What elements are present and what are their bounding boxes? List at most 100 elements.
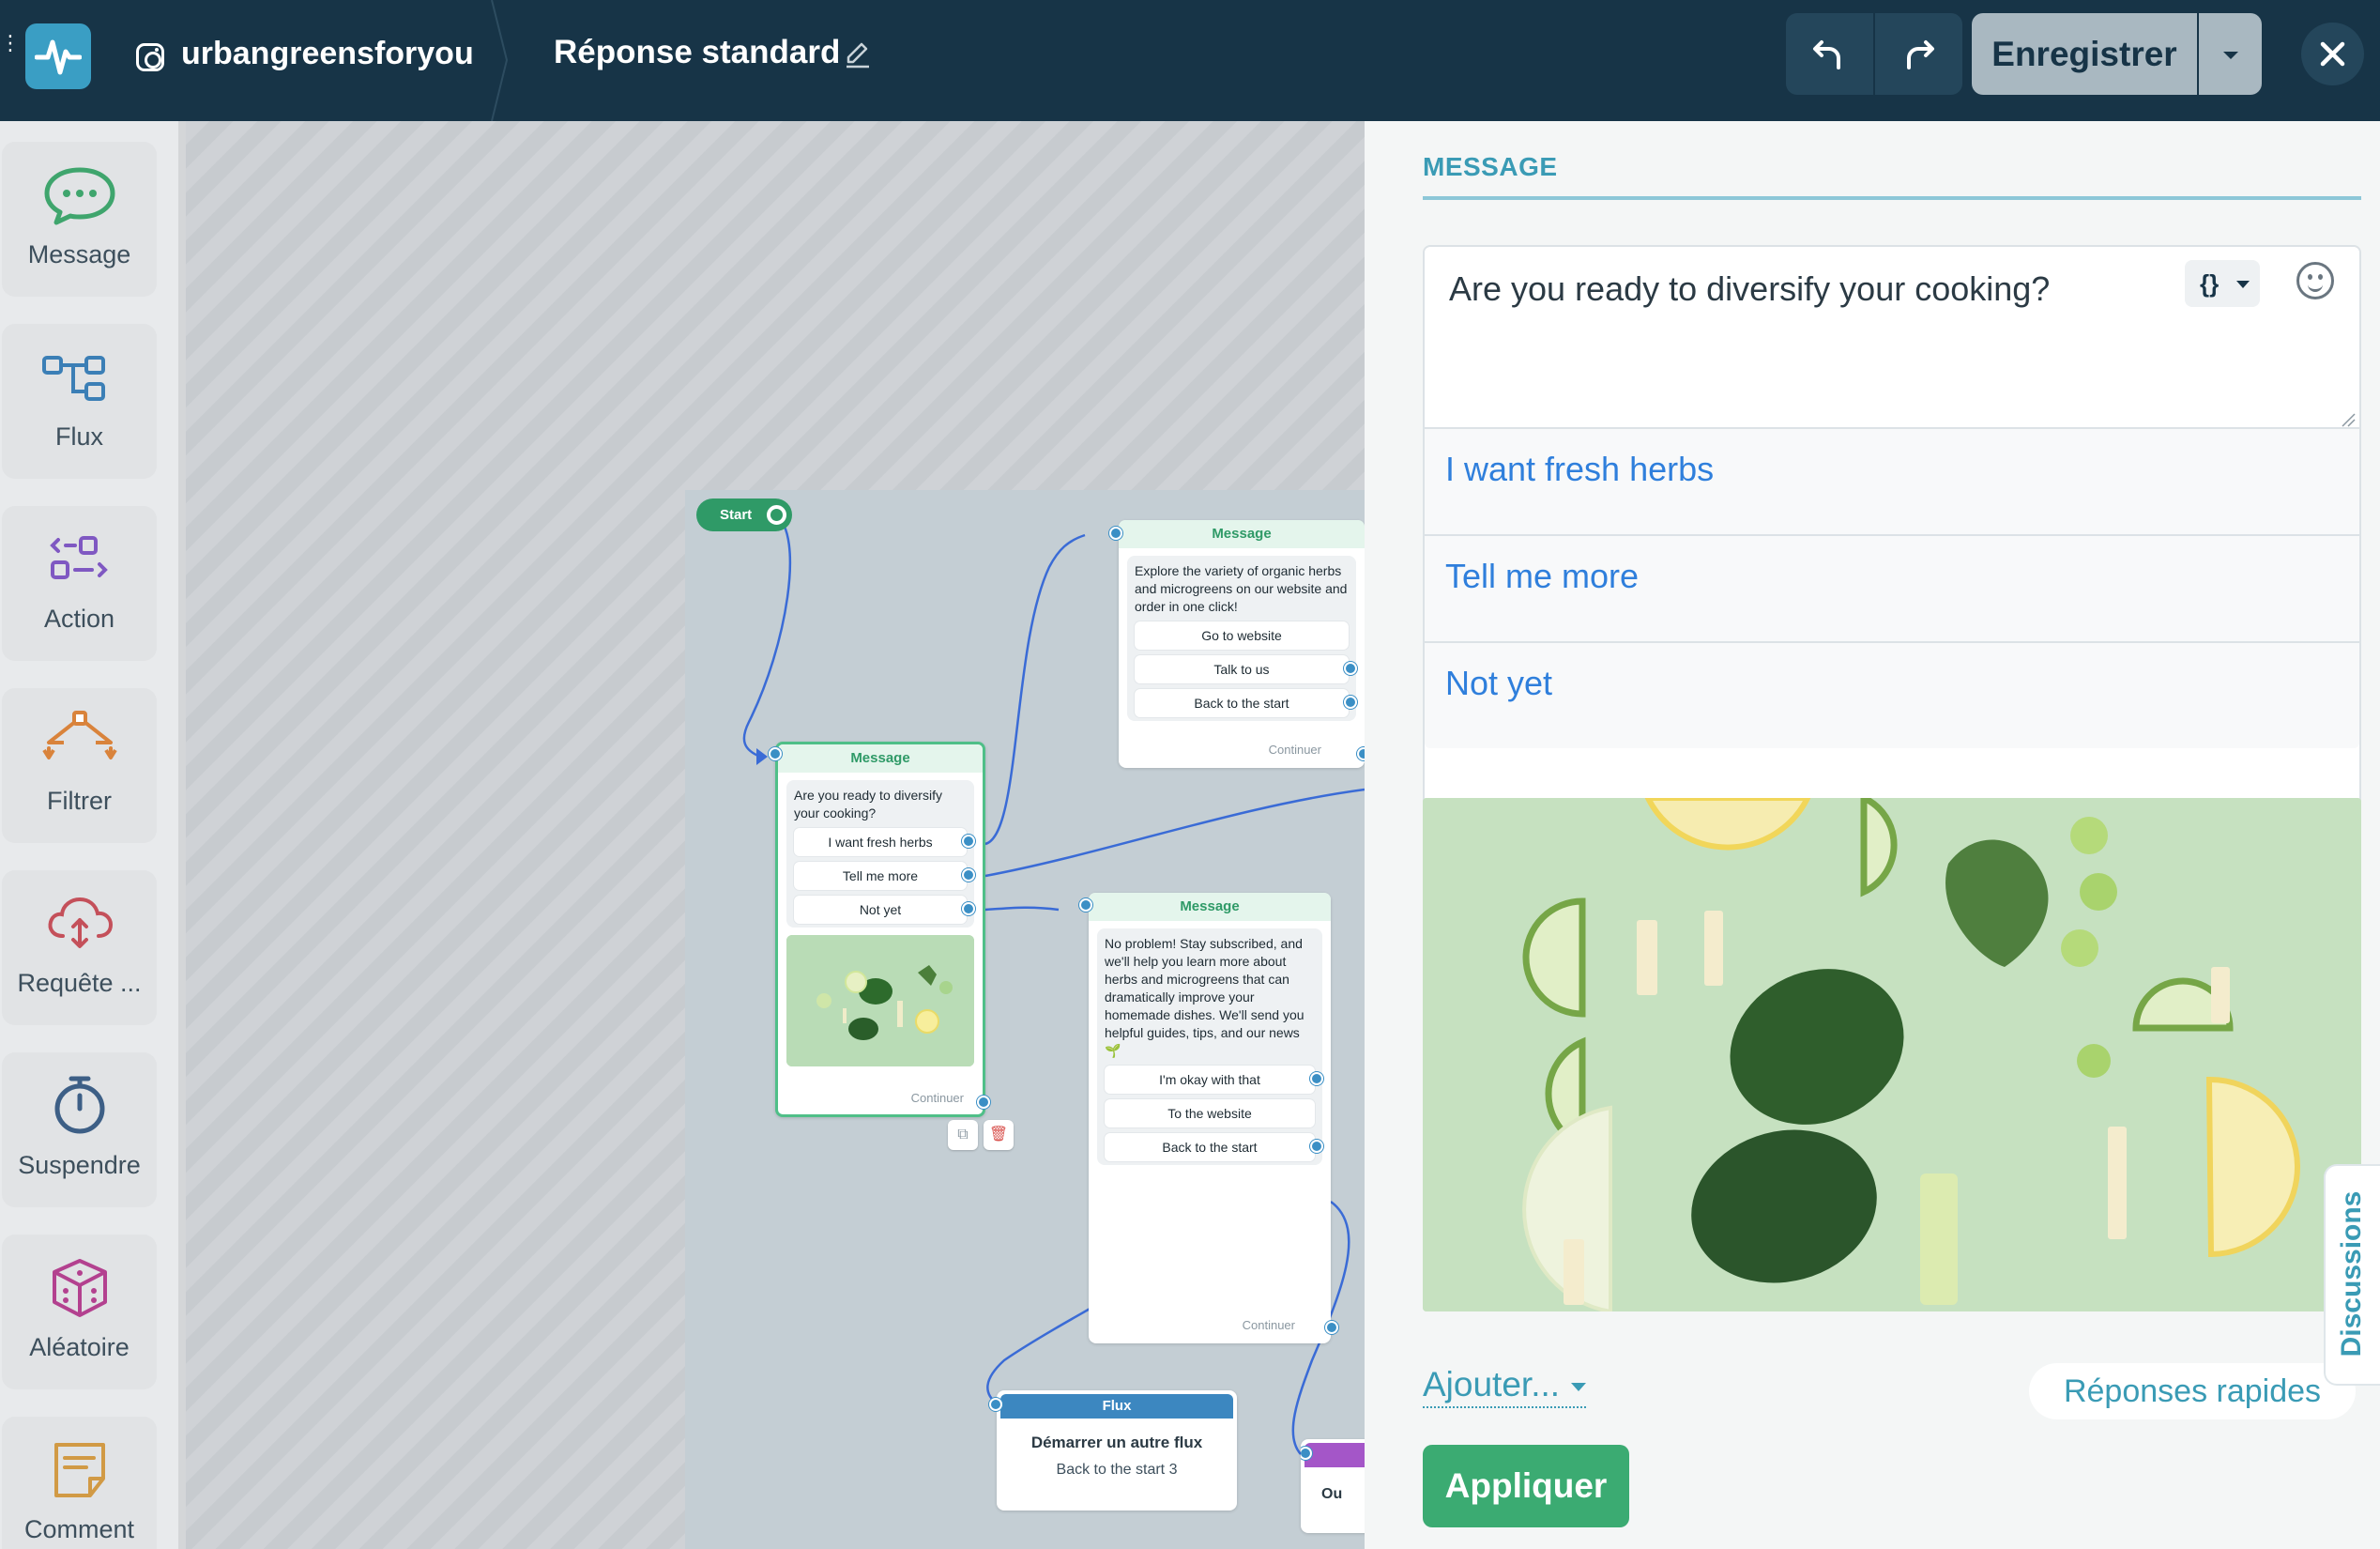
apply-button[interactable]: Appliquer [1423, 1445, 1629, 1527]
node-continue-label: Continuer [1268, 743, 1321, 757]
delete-node-button[interactable]: 🗑 [984, 1120, 1014, 1150]
node-message-text: No problem! Stay subscribed, and we'll h… [1097, 928, 1323, 1165]
action-icon [50, 536, 108, 579]
pencil-icon[interactable] [843, 39, 873, 69]
output-port[interactable] [1344, 696, 1357, 709]
reply-label: Back to the start [1162, 1140, 1258, 1155]
node-header: Message [1089, 893, 1331, 921]
start-node[interactable]: Start [696, 498, 792, 531]
insert-variable-button[interactable]: {} [2185, 260, 2260, 307]
palette-label: Suspendre [18, 1151, 141, 1179]
node-reply-button[interactable]: I want fresh herbs [794, 828, 975, 856]
flow-icon [42, 356, 105, 401]
message-textarea[interactable]: Are you ready to diversify your cooking? [1449, 269, 2050, 309]
app-logo[interactable] [25, 23, 91, 89]
message-node-main[interactable]: Message Are you ready to diversify your … [769, 742, 990, 1117]
node-reply-button[interactable]: Back to the start [1105, 1133, 1323, 1161]
copy-node-button[interactable]: ⧉ [948, 1120, 978, 1150]
continue-port[interactable] [977, 1096, 990, 1109]
output-port[interactable] [1344, 662, 1357, 675]
node-continue-label: Continuer [1242, 1318, 1295, 1332]
quick-reply-label: Not yet [1445, 664, 1553, 702]
reply-label: Tell me more [842, 868, 919, 883]
palette-item-flux[interactable]: Flux [2, 324, 157, 479]
node-reply-button[interactable]: Back to the start [1135, 689, 1357, 717]
node-reply-button[interactable]: Talk to us [1135, 655, 1357, 683]
output-port[interactable] [1310, 1140, 1323, 1153]
redo-button[interactable] [1875, 13, 1962, 95]
input-port[interactable] [1109, 527, 1122, 540]
node-reply-button[interactable]: I'm okay with that [1105, 1066, 1323, 1094]
close-button[interactable] [2301, 23, 2364, 85]
quick-replies-button[interactable]: Réponses rapides [2029, 1363, 2356, 1419]
pulse-icon [35, 39, 82, 75]
output-port[interactable] [962, 902, 975, 915]
input-port[interactable] [989, 1398, 1002, 1411]
palette-item-action[interactable]: Action [2, 506, 157, 661]
palette-label: Aléatoire [29, 1333, 130, 1361]
trash-icon: 🗑 [988, 1127, 1009, 1143]
timer-icon [54, 1076, 105, 1134]
node-header: Message [1119, 520, 1365, 548]
palette-label: Flux [54, 422, 103, 451]
account-name[interactable]: urbangreensforyou [181, 36, 474, 72]
output-port[interactable] [1310, 1072, 1323, 1085]
vegetables-image [786, 935, 974, 1066]
copy-icon: ⧉ [957, 1127, 969, 1143]
node-reply-button[interactable]: Tell me more [794, 862, 975, 890]
start-port[interactable] [767, 505, 786, 525]
output-port[interactable] [962, 835, 975, 848]
node-reply-button[interactable]: To the website [1105, 1099, 1315, 1127]
reply-label: I want fresh herbs [828, 835, 933, 850]
quick-reply-item[interactable]: Tell me more [1425, 534, 2359, 641]
emoji-icon[interactable] [2296, 262, 2334, 299]
message-bubble-icon [44, 167, 115, 225]
undo-button[interactable] [1786, 13, 1873, 95]
close-icon [2320, 41, 2345, 67]
message-image[interactable] [1423, 798, 2361, 1311]
resize-handle-icon[interactable] [2341, 412, 2356, 427]
palette-label: Requête ... [17, 969, 142, 997]
save-options-dropdown[interactable] [2199, 13, 2262, 95]
reply-label: Back to the start [1194, 696, 1289, 711]
palette-item-suspendre[interactable]: Suspendre [2, 1052, 157, 1207]
output-port[interactable] [962, 868, 975, 882]
flow-canvas[interactable]: Start Message Are you ready to diversify… [186, 121, 1365, 1549]
palette-item-filtrer[interactable]: Filtrer [2, 688, 157, 843]
node-text: No problem! Stay subscribed, and we'll h… [1105, 936, 1304, 1058]
discussions-tab[interactable]: Discussions [2324, 1164, 2380, 1386]
node-image-thumbnail [786, 935, 974, 1066]
message-node-no-problem[interactable]: Message No problem! Stay subscribed, and… [1079, 893, 1338, 1343]
quick-reply-label: Tell me more [1445, 557, 1640, 595]
node-reply-button[interactable]: Go to website [1135, 621, 1349, 650]
message-editor: Are you ready to diversify your cooking?… [1423, 245, 2361, 868]
palette-label: Action [43, 605, 115, 633]
palette-item-requete[interactable]: Requête ... [2, 870, 157, 1025]
input-port[interactable] [1079, 898, 1092, 912]
palette-item-comment[interactable]: Comment [2, 1417, 157, 1549]
add-content-dropdown[interactable]: Ajouter... [1423, 1365, 1587, 1408]
quick-reply-item[interactable]: Not yet [1425, 641, 2359, 748]
more-vertical-icon[interactable]: ⋮ [0, 33, 21, 71]
node-header: Message [778, 744, 983, 773]
palette-item-aleatoire[interactable]: Aléatoire [2, 1235, 157, 1389]
action-node-partial[interactable]: Ou [1301, 1439, 1365, 1533]
instagram-icon [136, 43, 164, 71]
node-reply-button[interactable]: Not yet [794, 896, 975, 924]
undo-icon [1813, 40, 1840, 69]
node-message-text: Explore the variety of organic herbs and… [1127, 556, 1357, 721]
quick-reply-item[interactable]: I want fresh herbs [1425, 427, 2359, 534]
message-node-explore[interactable]: Message Explore the variety of organic h… [1109, 520, 1365, 768]
variable-braces-icon: {} [2200, 269, 2220, 298]
action-node-header [1304, 1443, 1365, 1467]
continue-port[interactable] [1357, 747, 1365, 760]
flux-node[interactable]: Flux Démarrer un autre flux Back to the … [989, 1390, 1237, 1511]
palette-label: Filtrer [47, 787, 112, 815]
save-button[interactable]: Enregistrer [1972, 13, 2197, 95]
palette-item-message[interactable]: Message [2, 142, 157, 297]
palette-scrollbar[interactable] [178, 121, 186, 1549]
redo-icon [1907, 40, 1934, 69]
filter-icon [42, 711, 117, 759]
continue-port[interactable] [1325, 1321, 1338, 1334]
input-port[interactable] [769, 747, 782, 760]
